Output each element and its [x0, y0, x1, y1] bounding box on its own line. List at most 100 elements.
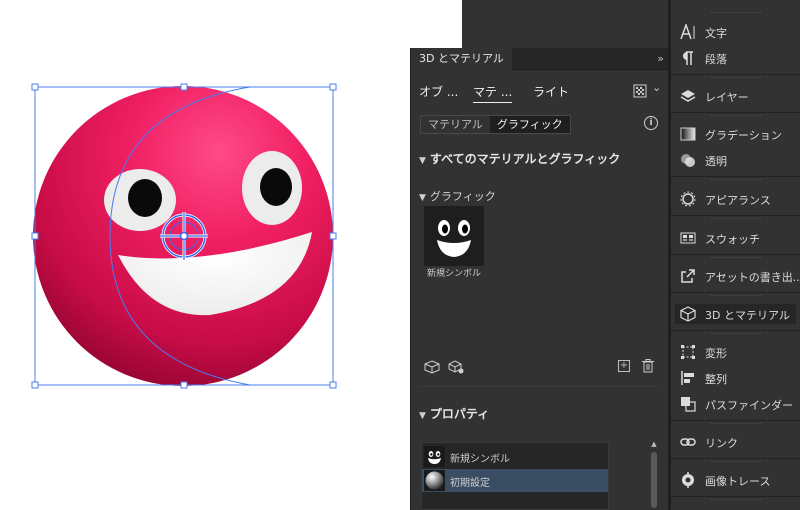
dock-grip[interactable]	[711, 179, 761, 181]
dock-separator	[671, 254, 800, 255]
type-icon	[680, 24, 695, 40]
section-properties[interactable]: ▼ プロパティ	[419, 405, 489, 422]
panel-tab-title[interactable]: 3D とマテリアル	[411, 48, 512, 70]
align-icon	[681, 371, 694, 385]
dock-item-gradient[interactable]: グラデーション	[675, 124, 796, 144]
dock-grip[interactable]	[711, 12, 761, 14]
dock-grip[interactable]	[711, 461, 761, 463]
dock-item-paragraph[interactable]: 段落	[675, 48, 796, 68]
dock-item-character[interactable]: 文字	[675, 22, 796, 42]
add-icon[interactable]: +	[618, 360, 630, 372]
left-eye-pupil	[128, 179, 162, 217]
dock-grip[interactable]	[711, 295, 761, 297]
dock-separator	[671, 496, 800, 497]
dock-item-label: 3D とマテリアル	[705, 309, 790, 322]
dock-item-transform[interactable]: 変形	[675, 342, 796, 362]
dock-item-label: 透明	[705, 155, 727, 168]
dock-separator	[671, 176, 800, 177]
cube-icon[interactable]	[424, 360, 440, 374]
dock-grip[interactable]	[711, 333, 761, 335]
list-item[interactable]: 新規シンボル	[422, 445, 608, 468]
dock-separator	[671, 458, 800, 459]
paragraph-icon	[683, 51, 693, 65]
dock-item-layers[interactable]: レイヤー	[675, 86, 796, 106]
dock-separator	[671, 215, 800, 216]
dock-item-transparency[interactable]: 透明	[675, 150, 796, 170]
3d-materials-panel: 3D とマテリアル » オブ ... マテ ... ライト ⌄ マテリアル グラ…	[410, 48, 669, 510]
scrollbar-thumb[interactable]	[651, 452, 657, 508]
dock-item-label: 整列	[705, 373, 727, 386]
segment-graphics[interactable]: グラフィック	[489, 116, 570, 133]
dock-item-swatches[interactable]: スウォッチ	[675, 228, 796, 248]
material-sphere-icon	[424, 470, 445, 491]
cube-link-icon[interactable]	[448, 360, 464, 374]
dock-item-label: レイヤー	[705, 91, 749, 104]
dock-item-image-trace[interactable]: 画像トレース	[675, 470, 796, 490]
list-item-label: 新規シンボル	[450, 454, 510, 465]
trash-icon[interactable]	[642, 359, 654, 373]
tab-lighting[interactable]: ライト	[533, 83, 569, 100]
symbol-thumbnail-icon	[424, 446, 445, 467]
panel-dock: 文字 段落 レイヤー グラデーション 透明 アピアランス スウォッチ アセットの…	[671, 0, 800, 510]
appearance-icon	[680, 191, 696, 207]
dock-item-appearance[interactable]: アピアランス	[675, 189, 796, 209]
material-graphic-switch: マテリアル グラフィック	[420, 115, 571, 134]
symbol-label: 新規シンボル	[426, 269, 481, 279]
dock-grip[interactable]	[711, 115, 761, 117]
image-trace-icon	[682, 472, 694, 488]
dock-grip[interactable]	[711, 218, 761, 220]
chevron-down-icon: ▼	[419, 156, 426, 166]
dock-grip[interactable]	[711, 257, 761, 259]
dock-item-3d-materials[interactable]: 3D とマテリアル	[675, 304, 796, 324]
link-icon	[680, 438, 696, 446]
panel-tabbar: 3D とマテリアル »	[411, 48, 669, 70]
section-props-label: プロパティ	[429, 407, 490, 421]
segment-materials[interactable]: マテリアル	[421, 116, 490, 133]
dock-item-label: グラデーション	[705, 129, 782, 142]
swatches-icon	[680, 232, 696, 244]
info-icon[interactable]: i	[644, 116, 658, 130]
dock-item-align[interactable]: 整列	[675, 368, 796, 388]
dock-item-label: アピアランス	[705, 194, 771, 207]
workspace-background	[462, 0, 670, 48]
panel-divider	[419, 386, 659, 387]
dock-item-links[interactable]: リンク	[675, 432, 796, 452]
chevron-down-icon: ▼	[419, 193, 426, 203]
chevron-down-icon: ▼	[419, 411, 426, 421]
scroll-up-icon[interactable]: ▲	[649, 440, 659, 448]
dock-grip[interactable]	[711, 77, 761, 79]
render-dropdown-chevron-icon[interactable]: ⌄	[652, 81, 661, 94]
layers-icon	[680, 90, 696, 102]
dock-item-label: アセットの書き出...	[705, 271, 800, 284]
render-settings-icon[interactable]	[633, 84, 647, 98]
collapse-panel-icon[interactable]: »	[657, 48, 664, 70]
dock-item-label: 文字	[705, 27, 727, 40]
dock-grip[interactable]	[711, 499, 761, 501]
artboard-canvas[interactable]	[0, 0, 410, 510]
dock-separator	[671, 330, 800, 331]
properties-scrollbar[interactable]: ▲	[649, 440, 659, 510]
tab-materials[interactable]: マテ ...	[473, 83, 513, 103]
transform-icon	[681, 345, 695, 359]
dock-item-asset-export[interactable]: アセットの書き出...	[675, 266, 800, 286]
dock-item-label: 画像トレース	[705, 475, 771, 488]
cube-icon	[680, 306, 696, 322]
pathfinder-icon	[681, 397, 696, 412]
list-item-label: 初期設定	[450, 478, 490, 489]
dock-item-label: リンク	[705, 437, 738, 450]
dock-item-label: 段落	[705, 53, 727, 66]
section-graphics[interactable]: ▼ グラフィック	[419, 188, 496, 204]
symbol-thumbnail[interactable]	[424, 206, 484, 266]
dock-item-pathfinder[interactable]: パスファインダー	[675, 394, 796, 414]
dock-separator	[671, 74, 800, 75]
gradient-icon	[680, 127, 696, 141]
dock-separator	[671, 112, 800, 113]
list-item[interactable]: 初期設定	[422, 469, 608, 492]
right-eye-pupil	[260, 168, 292, 206]
dock-grip[interactable]	[711, 423, 761, 425]
section-all-materials[interactable]: ▼ すべてのマテリアルとグラフィック	[419, 150, 620, 167]
dock-separator	[671, 420, 800, 421]
artwork[interactable]	[0, 0, 410, 510]
dock-item-label: スウォッチ	[705, 233, 760, 246]
tab-object[interactable]: オブ ...	[419, 83, 458, 100]
